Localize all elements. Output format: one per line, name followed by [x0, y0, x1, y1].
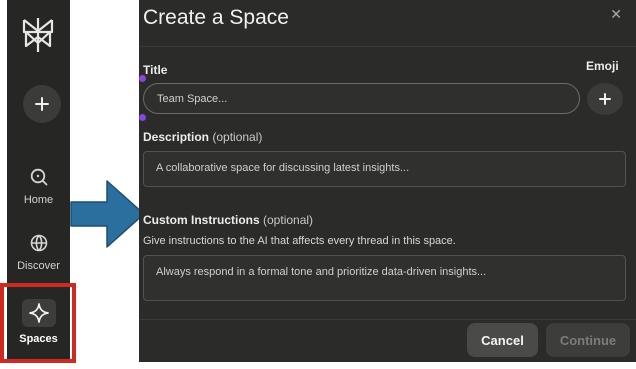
close-icon[interactable]: ✕ [610, 6, 622, 23]
custom-instructions-field[interactable]: Always respond in a formal tone and prio… [143, 255, 626, 301]
new-thread-button[interactable] [23, 85, 61, 123]
custom-instructions-placeholder: Always respond in a formal tone and prio… [156, 266, 487, 278]
dialog-title: Create a Space [143, 6, 289, 29]
title-label: Title [143, 63, 168, 77]
arrow-right-icon [70, 180, 145, 248]
description-placeholder: A collaborative space for discussing lat… [156, 162, 410, 174]
title-input[interactable]: Team Space... [143, 83, 580, 114]
selection-handle[interactable] [139, 75, 146, 82]
sidebar-item-label: Home [23, 194, 54, 206]
continue-button[interactable]: Continue [546, 323, 630, 357]
description-label: Description (optional) [143, 130, 263, 144]
header-divider [139, 46, 636, 47]
search-icon [30, 168, 47, 186]
globe-icon [30, 234, 47, 252]
create-space-dialog: ✕ Create a Space Title Emoji Team Space.… [139, 0, 636, 362]
emoji-label: Emoji [586, 59, 619, 73]
cancel-button[interactable]: Cancel [467, 323, 538, 357]
spaces-highlight-box [0, 283, 76, 363]
selection-handle[interactable] [139, 114, 146, 121]
sidebar-item-home[interactable]: Home [7, 168, 70, 206]
sidebar-item-discover[interactable]: Discover [7, 234, 70, 272]
plus-icon [599, 93, 611, 105]
description-field[interactable]: A collaborative space for discussing lat… [143, 151, 626, 187]
custom-instructions-hint: Give instructions to the AI that affects… [143, 235, 456, 247]
custom-instructions-label: Custom Instructions (optional) [143, 213, 314, 227]
title-input-placeholder: Team Space... [157, 92, 228, 105]
add-emoji-button[interactable] [587, 83, 623, 115]
plus-icon [35, 97, 49, 111]
perplexity-logo-icon[interactable] [20, 16, 56, 54]
footer-divider [139, 319, 636, 320]
sidebar-item-label: Discover [17, 260, 60, 272]
